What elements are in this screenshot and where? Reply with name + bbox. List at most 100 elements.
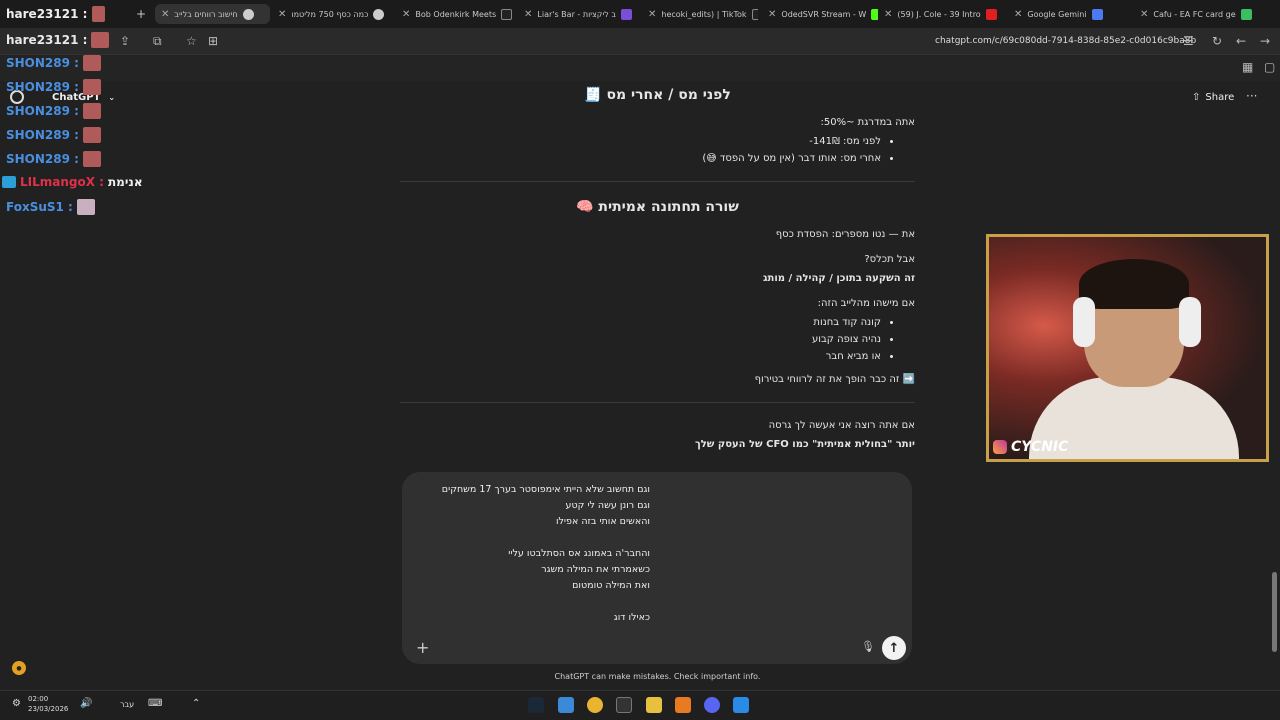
tiktok-icon: [501, 8, 512, 20]
volume-icon[interactable]: 🔊: [80, 698, 92, 709]
reader-icon[interactable]: ☰: [1183, 34, 1194, 48]
tab-4[interactable]: ✕ Liar's Bar - ב ליקציות: [524, 4, 634, 24]
chrome-icon[interactable]: [587, 697, 603, 713]
scrollbar-thumb[interactable]: [1272, 572, 1277, 652]
list-item: נהיה צופה קבוע: [400, 331, 881, 348]
send-button[interactable]: ↑: [882, 636, 906, 660]
message-text: אם מישהו מהלייב הזה:: [817, 297, 915, 309]
microphone-icon[interactable]: 🎙: [861, 640, 875, 653]
steam-icon[interactable]: [528, 697, 544, 713]
share-label: Share: [1205, 92, 1235, 103]
list-item: קונה קוד בחנות: [400, 314, 881, 331]
futbin-icon: [1240, 8, 1252, 20]
section-heading: לפני מס / אחרי מס 🧾: [584, 87, 731, 103]
message-composer[interactable]: וגם תחשוב שלא הייתי אימפוסטר בערך 17 משח…: [402, 472, 912, 664]
tab-2[interactable]: ✕ כמה כסף 750 מליטמו: [278, 4, 388, 24]
attach-button[interactable]: +: [416, 638, 429, 657]
windows-start-icon[interactable]: [733, 697, 749, 713]
chat-line: SHON289 :: [6, 55, 101, 71]
more-options-button[interactable]: ···: [1246, 89, 1257, 103]
prompt-input[interactable]: וגם תחשוב שלא הייתי אימפוסטר בערך 17 משח…: [390, 482, 650, 626]
youtube-icon: [985, 8, 997, 20]
tab-3[interactable]: ✕ Bob Odenkirk Meets: [402, 4, 512, 24]
chat-username: LILmangoX :: [20, 175, 104, 189]
tab-9[interactable]: ✕ Cafu - EA FC card ge: [1140, 4, 1270, 24]
chat-line: SHON289 :: [6, 103, 101, 119]
close-icon[interactable]: ✕: [648, 9, 656, 20]
chat-username: hare23121 :: [6, 33, 88, 47]
emote-icon: [82, 55, 101, 71]
chat-username: SHON289 :: [6, 104, 79, 118]
window-icon[interactable]: ▢: [1264, 60, 1275, 74]
clock[interactable]: 02:00 23/03/2026: [28, 694, 68, 714]
close-icon[interactable]: ✕: [768, 9, 776, 20]
webcam-label: CYCNIC: [993, 439, 1068, 455]
chat-line: hare23121 :: [6, 32, 110, 48]
tab-label: Google Gemini: [1027, 9, 1087, 19]
emote-icon: [82, 127, 101, 143]
chat-message: אנימת: [107, 175, 143, 189]
close-icon[interactable]: ✕: [884, 9, 892, 20]
tab-label: OdedSVR Stream - W: [781, 9, 867, 19]
discord-icon[interactable]: [704, 697, 720, 713]
headphone-icon: [1179, 297, 1201, 347]
file-explorer-icon[interactable]: [646, 697, 662, 713]
taskbar: ⚙ 02:00 23/03/2026 🔊 עבר ⌨ ⌃: [0, 690, 1280, 720]
chat-username: SHON289 :: [6, 56, 79, 70]
chevron-up-icon[interactable]: ⌃: [192, 698, 200, 709]
tiktok-icon: [751, 8, 758, 20]
kick-icon: [871, 8, 878, 20]
emote-icon: [82, 103, 101, 119]
chatgpt-favicon-icon: [242, 8, 254, 20]
language-indicator[interactable]: עבר: [120, 700, 134, 709]
webcam-feed: CYCNIC: [986, 234, 1269, 462]
close-icon[interactable]: ✕: [524, 9, 532, 20]
epic-games-icon[interactable]: [616, 697, 632, 713]
bullet-list: קונה קוד בחנות נהיה צופה קבוע או מביא חב…: [400, 314, 895, 365]
tab-label: Bob Odenkirk Meets: [415, 9, 497, 19]
message-text: ➡️ זה כבר הופך את זה לרווחי בטירוף: [754, 373, 915, 385]
close-icon[interactable]: ✕: [1014, 9, 1022, 20]
back-icon[interactable]: ←: [1236, 34, 1246, 48]
keyboard-icon[interactable]: ⌨: [148, 698, 162, 709]
tab-6[interactable]: ✕ OdedSVR Stream - W: [768, 4, 878, 24]
notification-badge[interactable]: ●: [12, 661, 26, 675]
tab-8[interactable]: ✕ Google Gemini: [1014, 4, 1134, 24]
message-text: זה השקעה בתוכן / קהילה / מותג: [763, 272, 915, 284]
chat-messages: לפני מס / אחרי מס 🧾 אתה במדרגת ~50%: לפנ…: [400, 82, 915, 472]
emote-icon: [82, 151, 101, 167]
bullet-list: לפני מס: 141₪- אחרי מס: אותו דבר (אין מס…: [400, 133, 895, 167]
list-item: אחרי מס: אותו דבר (אין מס על הפסד 😅): [400, 150, 881, 167]
emote-icon: [91, 32, 110, 48]
webcam-person-hair: [1079, 259, 1189, 309]
tab-7[interactable]: ✕ (59) J. Cole - 39 Intro: [884, 4, 1004, 24]
section-heading: שורה תחתונה אמיתית 🧠: [576, 198, 739, 215]
scrollbar[interactable]: [1272, 82, 1278, 682]
headphone-icon: [1073, 297, 1095, 347]
clock-time: 02:00: [28, 695, 49, 703]
forward-icon[interactable]: →: [1260, 34, 1270, 48]
chat-username: SHON289 :: [6, 128, 79, 142]
address-bar[interactable]: chatgpt.com/c/69c080dd-7914-838d-85e2-c0…: [935, 36, 1196, 46]
folder-icon[interactable]: [675, 697, 691, 713]
clock-date: 23/03/2026: [28, 705, 69, 713]
settings-icon[interactable]: ⚙: [12, 698, 21, 709]
tab-5[interactable]: ✕ hecoki_edits) | TikTok: [648, 4, 758, 24]
webcam-name: CYCNIC: [1011, 439, 1069, 455]
stream-chat-overlay: hare23121 : SHON289 : SHON289 : SHON289 …: [0, 0, 220, 220]
grid-icon[interactable]: ▦: [1242, 60, 1253, 74]
divider: [400, 401, 915, 403]
list-item: לפני מס: 141₪-: [400, 133, 881, 150]
emote-icon: [76, 199, 95, 215]
chat-line: SHON289 :: [6, 151, 101, 167]
close-icon[interactable]: ✕: [1140, 9, 1148, 20]
disclaimer-text: ChatGPT can make mistakes. Check importa…: [554, 672, 761, 681]
message-text: אתה במדרגת ~50%:: [820, 116, 915, 128]
close-icon[interactable]: ✕: [278, 9, 286, 20]
tab-label: hecoki_edits) | TikTok: [661, 9, 747, 19]
close-icon[interactable]: ✕: [402, 9, 410, 20]
badge-icon: [2, 176, 16, 188]
reload-icon[interactable]: ↻: [1212, 34, 1222, 48]
notepad-icon[interactable]: [558, 697, 574, 713]
share-button[interactable]: ⇧ Share: [1192, 92, 1234, 103]
